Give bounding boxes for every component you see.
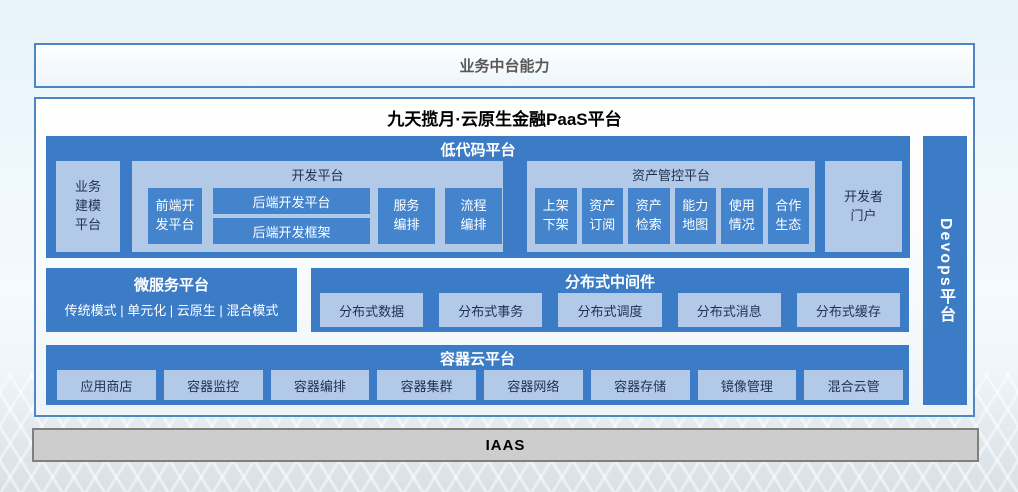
asset-item-search: 资产 检索 (628, 188, 670, 244)
process-orchestration-box: 流程 编排 (445, 188, 502, 244)
container-item-network: 容器网络 (484, 370, 583, 400)
backend-stack: 后端开发平台 后端开发框架 (213, 188, 370, 244)
developer-portal-box: 开发者 门户 (825, 161, 902, 252)
asset-control-title: 资产管控平台 (527, 165, 815, 184)
backend-platform-box: 后端开发平台 (213, 188, 370, 214)
distributed-middleware-section: 分布式中间件 分布式数据 分布式事务 分布式调度 分布式消息 分布式缓存 (311, 268, 909, 332)
frontend-dev-box: 前端开 发平台 (148, 188, 202, 244)
lowcode-platform-title: 低代码平台 (46, 139, 910, 160)
container-cloud-section: 容器云平台 应用商店 容器监控 容器编排 容器集群 容器网络 容器存储 镜像管理… (46, 345, 909, 405)
iaas-bar: IAAS (32, 428, 979, 462)
container-item-storage: 容器存储 (591, 370, 690, 400)
middleware-item-data: 分布式数据 (320, 293, 423, 327)
middleware-item-transaction: 分布式事务 (439, 293, 542, 327)
container-item-cluster: 容器集群 (377, 370, 476, 400)
middleware-item-messaging: 分布式消息 (678, 293, 781, 327)
business-midplatform-banner: 业务中台能力 (34, 43, 975, 88)
asset-item-ecosystem: 合作 生态 (768, 188, 810, 244)
container-item-image-mgmt: 镜像管理 (698, 370, 797, 400)
container-items-row: 应用商店 容器监控 容器编排 容器集群 容器网络 容器存储 镜像管理 混合云管 (57, 370, 903, 400)
architecture-diagram: 业务中台能力 九天揽月·云原生金融PaaS平台 低代码平台 业务 建模 平台 开… (0, 0, 1018, 492)
business-midplatform-label: 业务中台能力 (459, 55, 549, 76)
paas-platform-container: 九天揽月·云原生金融PaaS平台 低代码平台 业务 建模 平台 开发平台 前端开… (34, 97, 975, 417)
dev-platform-panel: 开发平台 前端开 发平台 后端开发平台 后端开发框架 服务 编排 流程 编排 (132, 161, 503, 252)
asset-item-subscription: 资产 订阅 (582, 188, 624, 244)
asset-item-onoff-shelf: 上架 下架 (535, 188, 577, 244)
microservice-modes: 传统模式 | 单元化 | 云原生 | 混合模式 (46, 300, 297, 319)
asset-control-panel: 资产管控平台 上架 下架 资产 订阅 资产 检索 能力 地图 使用 情况 合作 … (527, 161, 815, 252)
microservice-platform-section: 微服务平台 传统模式 | 单元化 | 云原生 | 混合模式 (46, 268, 297, 332)
middleware-items-row: 分布式数据 分布式事务 分布式调度 分布式消息 分布式缓存 (320, 293, 900, 327)
distributed-middleware-title: 分布式中间件 (311, 271, 909, 292)
container-item-monitoring: 容器监控 (164, 370, 263, 400)
middleware-item-scheduling: 分布式调度 (558, 293, 661, 327)
dev-platform-title: 开发平台 (132, 165, 503, 184)
backend-framework-box: 后端开发框架 (213, 218, 370, 244)
middleware-item-cache: 分布式缓存 (797, 293, 900, 327)
container-item-app-store: 应用商店 (57, 370, 156, 400)
microservice-platform-title: 微服务平台 (46, 274, 297, 295)
service-orchestration-box: 服务 编排 (378, 188, 435, 244)
paas-platform-title: 九天揽月·云原生金融PaaS平台 (36, 105, 973, 130)
lowcode-platform-section: 低代码平台 业务 建模 平台 开发平台 前端开 发平台 后端开发平台 后端开发框… (46, 136, 910, 258)
asset-item-capability-map: 能力 地图 (675, 188, 717, 244)
container-item-orchestration: 容器编排 (271, 370, 370, 400)
devops-platform-strip: Devops平台 (923, 136, 967, 405)
asset-item-usage: 使用 情况 (721, 188, 763, 244)
container-item-hybrid-cloud: 混合云管 (804, 370, 903, 400)
business-modeling-box: 业务 建模 平台 (56, 161, 120, 252)
container-cloud-title: 容器云平台 (46, 348, 909, 369)
asset-items-row: 上架 下架 资产 订阅 资产 检索 能力 地图 使用 情况 合作 生态 (535, 188, 809, 244)
